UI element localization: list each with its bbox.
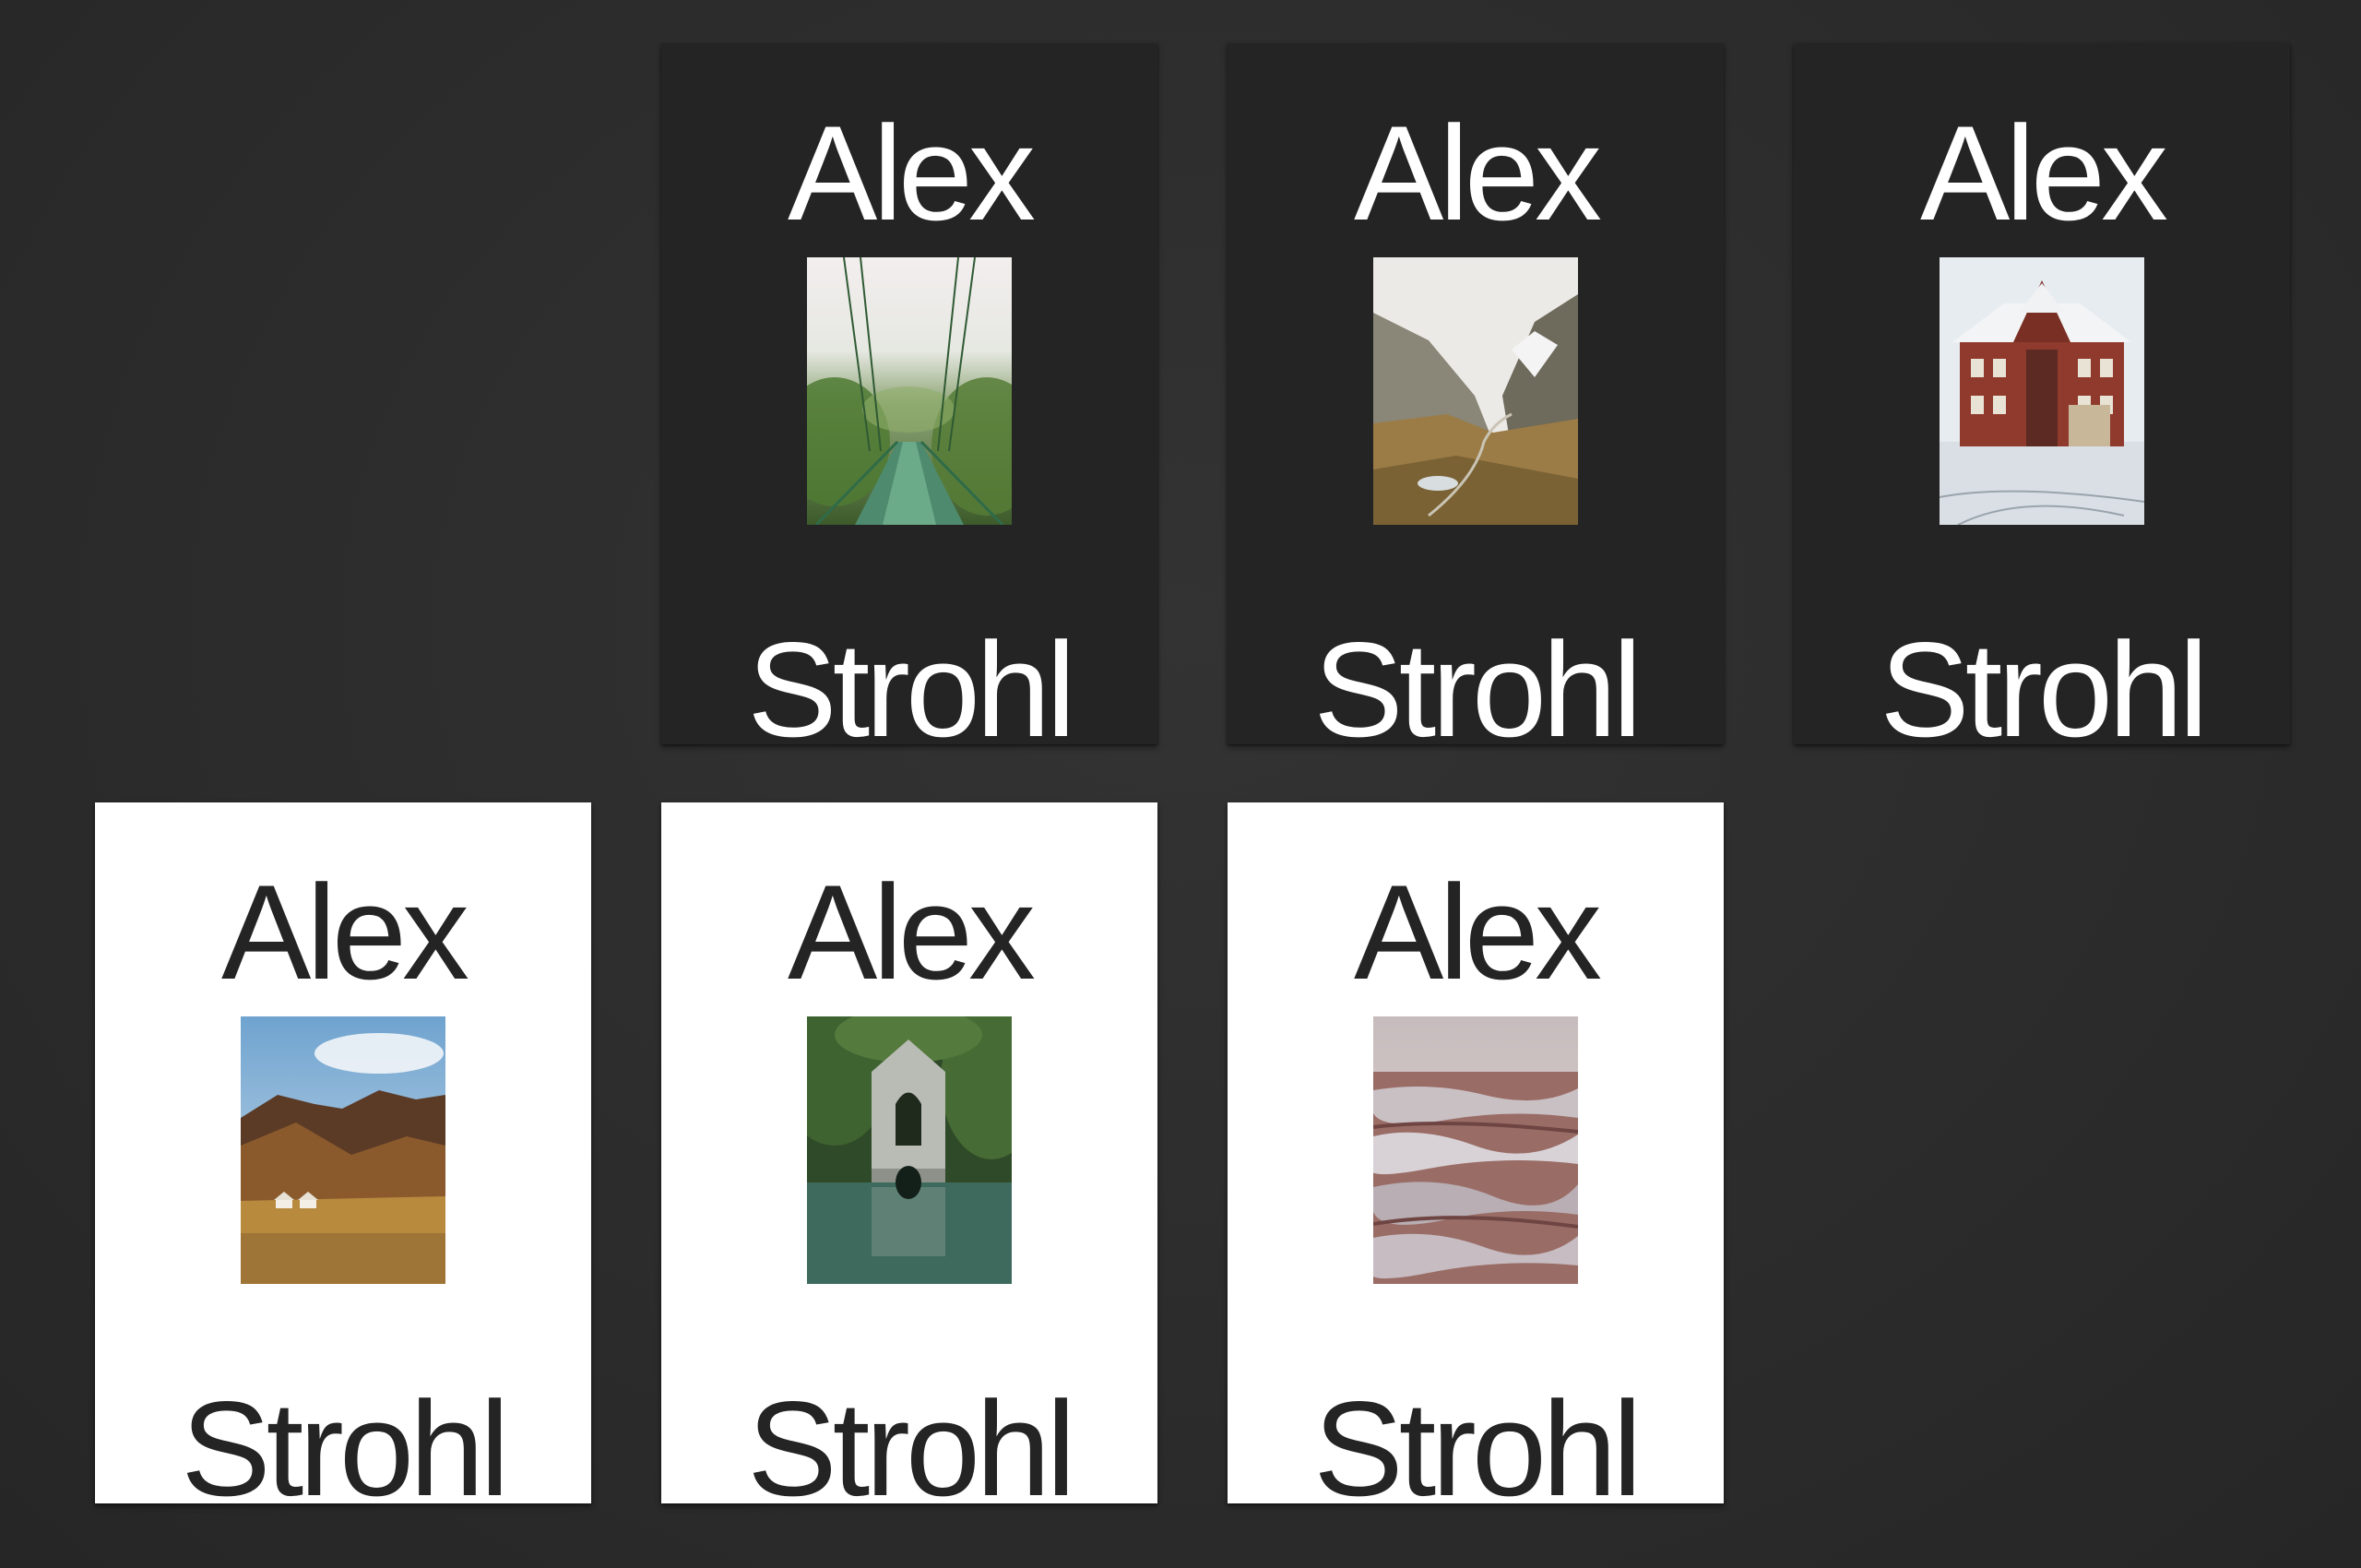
poster-grid: Alex Strohl Alex Strohl Alex Strohl Alex… bbox=[0, 0, 2361, 1568]
photo-red-house bbox=[1940, 257, 2144, 525]
poster-title-last-name: Strohl bbox=[747, 614, 1075, 765]
poster-title-first-name: Alex bbox=[220, 857, 469, 1007]
poster-card-dark-1: Alex Strohl bbox=[661, 43, 1157, 757]
photo-desert-mountains bbox=[241, 1016, 445, 1284]
poster-title-first-name: Alex bbox=[1353, 98, 1602, 248]
photo-eroded-badlands bbox=[1373, 1016, 1578, 1284]
poster-card-light-2: Alex Strohl bbox=[661, 802, 1157, 1516]
photo-suspension-bridge bbox=[807, 257, 1012, 525]
poster-title-last-name: Strohl bbox=[1313, 614, 1642, 765]
poster-card-light-3: Alex Strohl bbox=[1228, 802, 1724, 1516]
poster-title-first-name: Alex bbox=[787, 98, 1036, 248]
poster-title-first-name: Alex bbox=[1353, 857, 1602, 1007]
poster-title-last-name: Strohl bbox=[1313, 1373, 1642, 1524]
poster-card-dark-3: Alex Strohl bbox=[1794, 43, 2290, 757]
poster-title-first-name: Alex bbox=[787, 857, 1036, 1007]
photo-ruined-chapel bbox=[807, 1016, 1012, 1284]
poster-card-light-1: Alex Strohl bbox=[95, 802, 591, 1516]
poster-title-last-name: Strohl bbox=[1880, 614, 2208, 765]
poster-card-dark-2: Alex Strohl bbox=[1228, 43, 1724, 757]
photo-mountain-valley bbox=[1373, 257, 1578, 525]
poster-title-last-name: Strohl bbox=[181, 1373, 509, 1524]
poster-title-last-name: Strohl bbox=[747, 1373, 1075, 1524]
poster-title-first-name: Alex bbox=[1919, 98, 2168, 248]
